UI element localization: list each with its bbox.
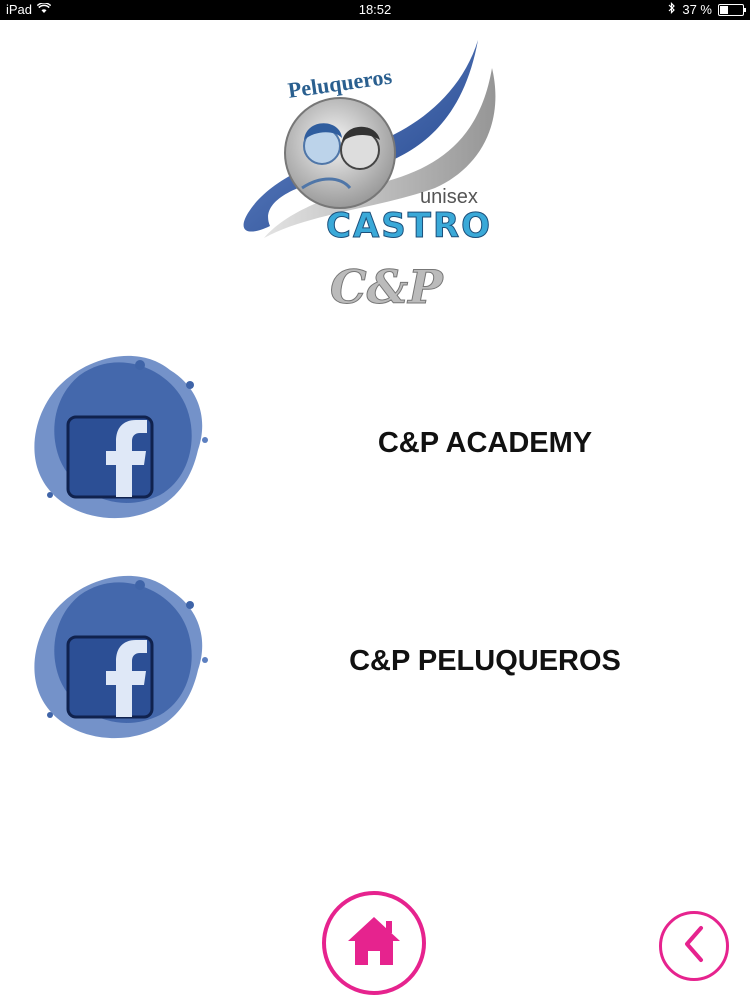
back-button[interactable] xyxy=(659,911,729,981)
logo-monogram: C&P xyxy=(330,260,444,315)
battery-icon xyxy=(718,3,746,16)
salon-logo: Peluqueros unisex CASTRO C&P xyxy=(230,38,530,328)
link-label-academy[interactable]: C&P ACADEMY xyxy=(230,427,740,460)
battery-percent: 37 % xyxy=(682,2,712,17)
home-button[interactable] xyxy=(322,891,426,995)
link-row-academy[interactable]: C&P ACADEMY xyxy=(0,345,750,545)
facebook-icon[interactable] xyxy=(20,345,220,535)
logo-castro: CASTRO xyxy=(325,206,493,247)
link-row-peluqueros[interactable]: C&P PELUQUEROS xyxy=(0,565,750,765)
facebook-icon[interactable] xyxy=(20,565,220,755)
link-label-peluqueros[interactable]: C&P PELUQUEROS xyxy=(230,645,740,678)
bluetooth-icon xyxy=(668,2,676,17)
clock: 18:52 xyxy=(358,2,392,17)
status-bar: iPad 18:52 37 % xyxy=(0,0,750,20)
chevron-left-icon xyxy=(679,924,709,969)
home-icon xyxy=(344,913,404,974)
